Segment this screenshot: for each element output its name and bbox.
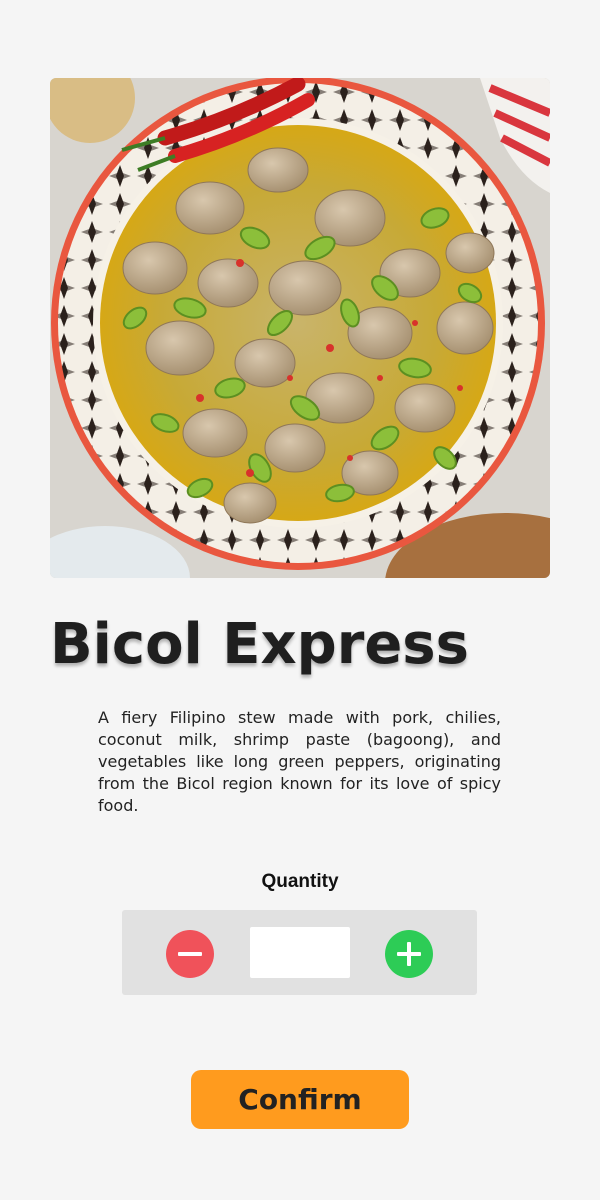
plus-icon	[385, 930, 433, 978]
dish-description: A fiery Filipino stew made with pork, ch…	[98, 708, 501, 815]
increment-button[interactable]	[385, 930, 433, 978]
quantity-stepper	[122, 910, 477, 995]
confirm-button[interactable]: Confirm	[191, 1070, 409, 1129]
dish-illustration	[50, 78, 550, 578]
dish-image	[50, 78, 550, 578]
minus-icon	[166, 930, 214, 978]
quantity-input[interactable]	[250, 927, 350, 978]
quantity-label: Quantity	[261, 871, 339, 892]
decrement-button[interactable]	[166, 930, 214, 978]
dish-title: Bicol Express	[50, 612, 469, 677]
